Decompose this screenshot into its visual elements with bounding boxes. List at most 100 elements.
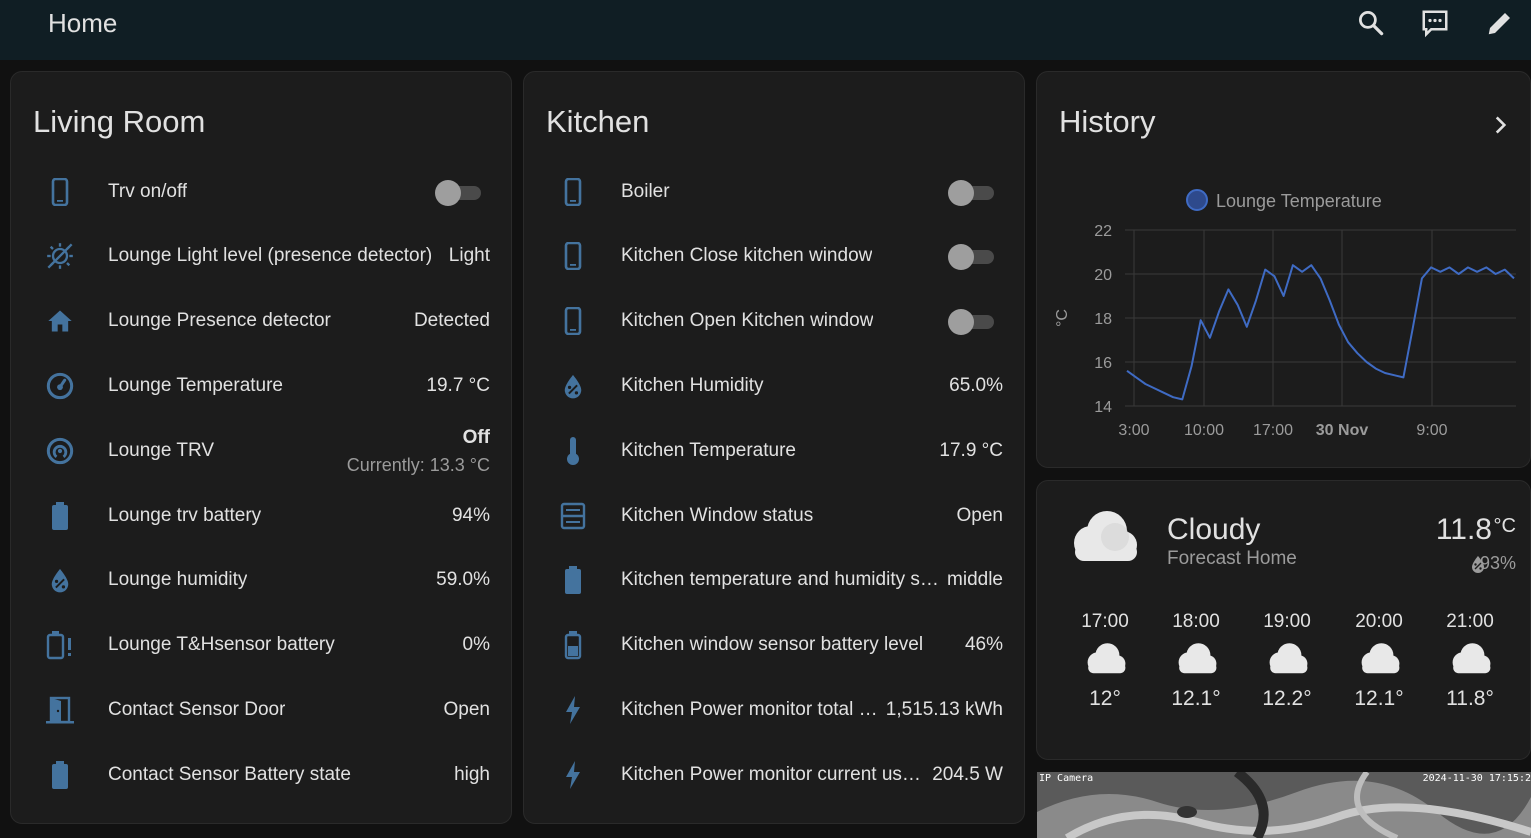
cloudy-icon [1161,633,1231,687]
forecast-temp: 11.8° [1446,687,1494,710]
entity-row[interactable]: Kitchen temperature and humidity s… middl… [524,560,1024,600]
entity-row[interactable]: Kitchen Power monitor total … 1,515.13 kW… [524,690,1024,730]
weather-location: Forecast Home [1167,548,1297,569]
battery-alert-icon [45,630,75,660]
gauge-icon [45,371,75,401]
door-open-icon [45,695,75,725]
entity-name: Contact Sensor Battery state [108,764,351,785]
brightness-auto-icon [45,241,75,271]
weather-card[interactable]: Cloudy Forecast Home 11.8 °C 93% 17:00 12… [1036,480,1531,760]
search-icon[interactable] [1356,8,1386,38]
entity-row[interactable]: Contact Sensor Door Open [11,690,511,730]
entity-state: 65.0% [949,375,1003,396]
entity-state: Open [956,505,1003,526]
forecast-time: 19:00 [1263,611,1311,632]
forecast-hour: 18:00 12.1° [1161,611,1231,711]
entity-state: 17.9 °C [939,440,1003,461]
battery-icon [558,565,588,595]
pencil-icon[interactable] [1485,8,1515,38]
entity-row[interactable]: Trv on/off [11,172,511,212]
entity-name: Lounge TRV [108,440,214,461]
entity-row[interactable]: Lounge Temperature 19.7 °C [11,366,511,406]
cloudy-icon [1435,633,1505,687]
entity-row[interactable]: Lounge Presence detector Detected [11,301,511,341]
entity-name: Kitchen Power monitor current us… [621,764,921,785]
entity-name: Kitchen Temperature [621,440,796,461]
entity-row[interactable]: Contact Sensor Battery state high [11,755,511,795]
app-header: Home [0,0,1531,60]
phone-icon [45,177,75,207]
toggle-switch[interactable] [948,180,998,206]
entity-row[interactable]: Boiler [524,172,1024,212]
living-room-card: Living Room Trv on/off Lounge Light level… [10,71,512,824]
entity-name: Kitchen window sensor battery level [621,634,924,655]
toggle-switch[interactable] [948,244,998,270]
entity-state: 94% [451,505,490,526]
entity-row[interactable]: Kitchen Close kitchen window [524,236,1024,276]
cloudy-icon [1252,633,1322,687]
camera-timestamp: 2024-11-30 17:15:2 [1422,773,1531,784]
weather-unit: °C [1493,515,1516,537]
entity-row[interactable]: Lounge Light level (presence detector) Li… [11,236,511,276]
entity-row[interactable]: Lounge trv battery 94% [11,496,511,536]
entity-name: Lounge humidity [108,569,248,590]
entity-name: Lounge Presence detector [108,310,331,331]
entity-state: 1,515.13 kWh [885,699,1003,720]
entity-state: 0% [462,634,490,655]
y-tick-label: 20 [1094,267,1112,284]
entity-row[interactable]: Lounge TRV Off Currently: 13.3 °C [11,427,511,475]
card-title: Kitchen [546,104,650,139]
cloudy-icon [1344,633,1414,687]
entity-row[interactable]: Kitchen Temperature 17.9 °C [524,431,1024,471]
toggle-switch[interactable] [948,309,998,335]
entity-row[interactable]: Kitchen Humidity 65.0% [524,366,1024,406]
forecast-hour: 21:00 11.8° [1435,611,1505,711]
entity-state: 46% [964,634,1003,655]
legend-marker[interactable] [1186,189,1208,211]
home-icon [45,306,75,336]
x-tick-label: 3:00 [1118,422,1149,439]
entity-row[interactable]: Kitchen Open Kitchen window [524,301,1024,341]
water-percent-icon [45,565,75,595]
y-tick-label: 18 [1094,311,1112,328]
entity-name: Lounge trv battery [108,505,262,526]
entity-row[interactable]: Kitchen Power monitor current us… 204.5 W [524,755,1024,795]
forecast-temp: 12.1° [1171,687,1221,710]
history-card[interactable]: History Lounge Temperature 22 20 18 16 14 °C 3:… [1036,71,1531,468]
x-tick-label: 17:00 [1253,422,1293,439]
camera-label: IP Camera [1039,773,1094,784]
entity-name: Kitchen Power monitor total … [621,699,878,720]
forecast-time: 21:00 [1446,611,1494,632]
card-title: Living Room [33,104,206,139]
forecast-hour: 20:00 12.1° [1344,611,1414,711]
forecast-temp: 12.1° [1354,687,1404,710]
entity-row[interactable]: Kitchen window sensor battery level 46% [524,625,1024,665]
entity-name: Boiler [621,181,670,202]
toggle-switch[interactable] [435,180,485,206]
thermometer-icon [558,436,588,466]
entity-name: Kitchen Window status [621,505,814,526]
x-tick-label: 10:00 [1184,422,1224,439]
climate-state: Off Currently: 13.3 °C [347,427,490,476]
camera-feed[interactable]: IP Camera 2024-11-30 17:15:2 [1037,772,1531,838]
entity-name: Kitchen Open Kitchen window [621,310,874,331]
water-percent-icon [558,371,588,401]
entity-row[interactable]: Lounge T&Hsensor battery 0% [11,625,511,665]
phone-icon [558,306,588,336]
entity-name: Lounge Temperature [108,375,283,396]
entity-name: Trv on/off [108,181,188,202]
forecast-temp: 12° [1089,687,1121,710]
y-axis-label: °C [1054,309,1071,327]
entity-state: middle [947,569,1003,590]
page-title: Home [48,8,118,38]
legend-label[interactable]: Lounge Temperature [1216,191,1382,211]
entity-row[interactable]: Kitchen Window status Open [524,496,1024,536]
weather-temperature: 11.8 [1435,513,1492,546]
assist-icon[interactable] [1420,8,1450,38]
series-line-lounge-temperature[interactable] [1126,264,1515,401]
entity-state: 59.0% [436,569,490,590]
entity-row[interactable]: Lounge humidity 59.0% [11,560,511,600]
x-tick-label: 9:00 [1416,422,1447,439]
weather-condition: Cloudy [1167,513,1261,546]
kitchen-card: Kitchen Boiler Kitchen Close kitchen wind… [523,71,1025,824]
